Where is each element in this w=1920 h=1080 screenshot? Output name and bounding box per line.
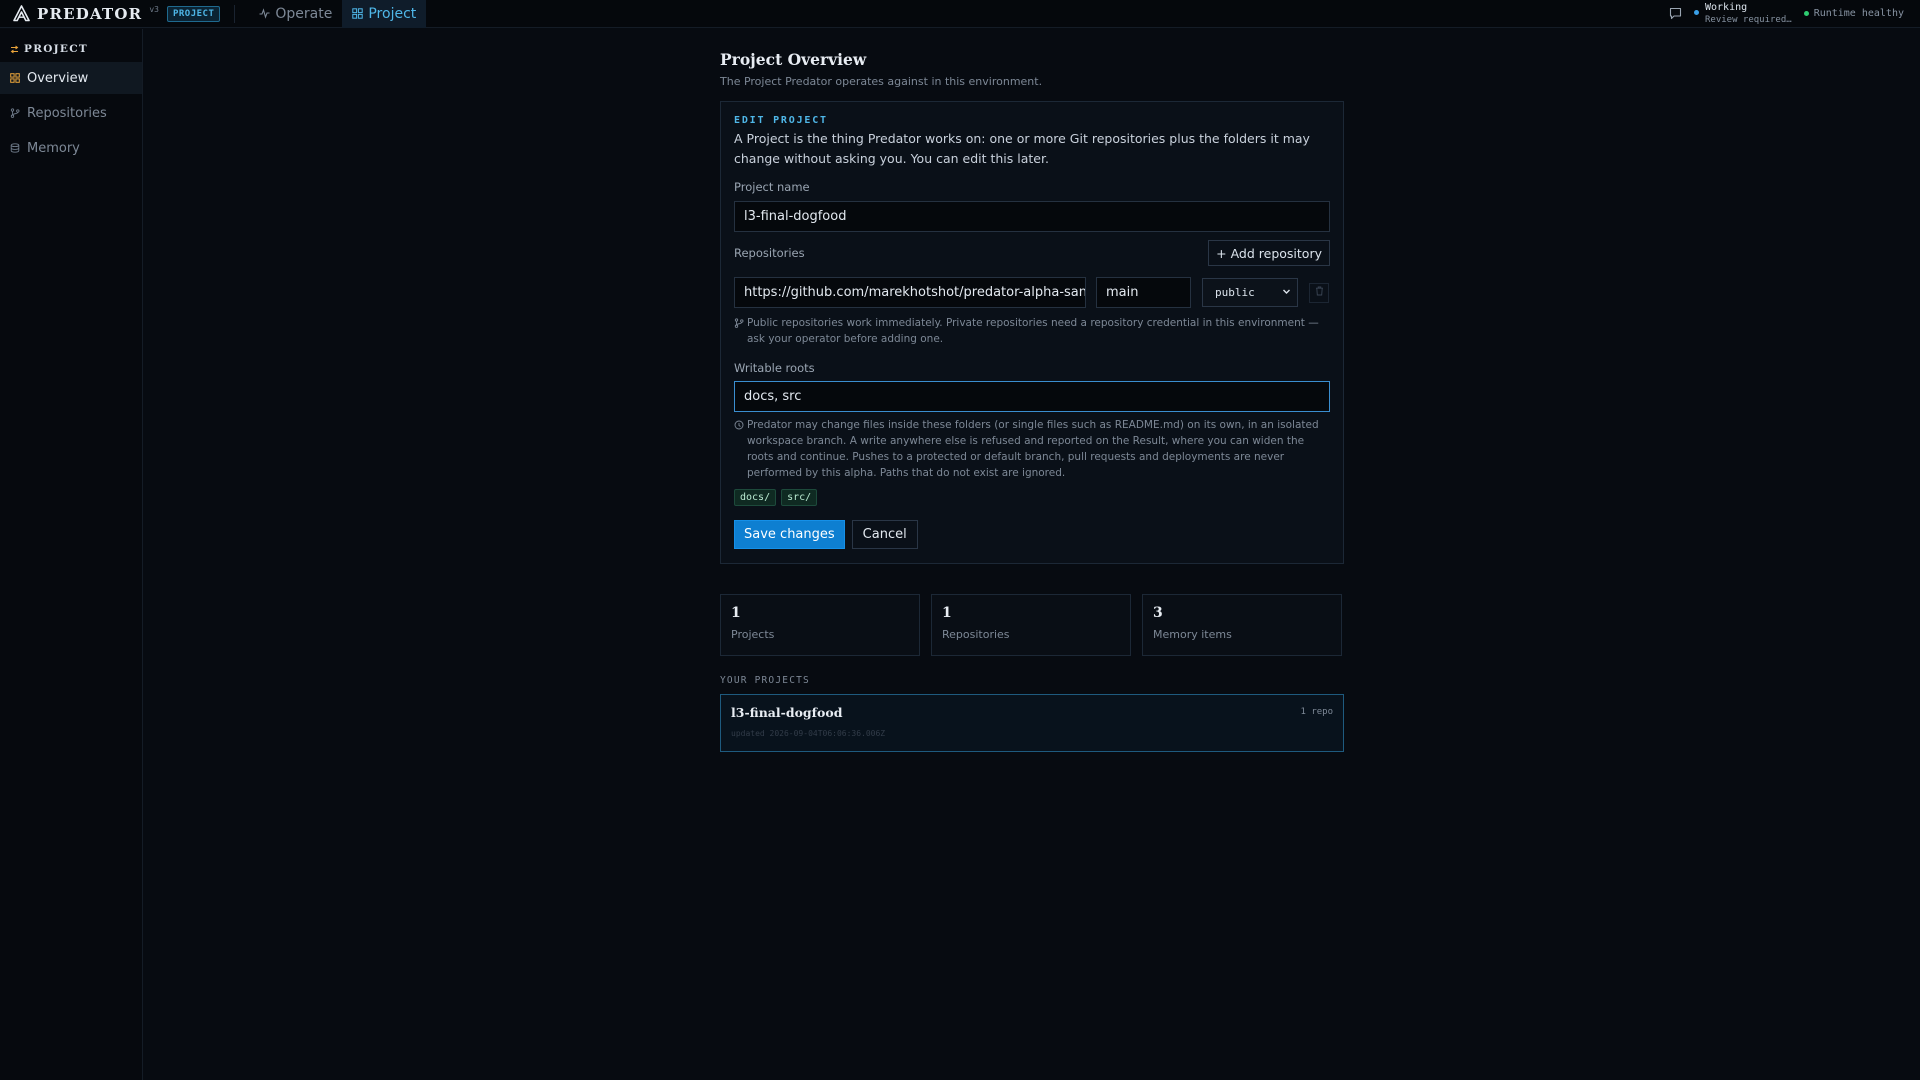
tab-operate-label: Operate: [275, 5, 333, 22]
sidebar-heading-label: PROJECT: [24, 43, 89, 55]
predator-logo-icon: [13, 5, 30, 22]
brand[interactable]: PREDATOR v3 PROJECT: [0, 0, 221, 28]
edit-project-card: EDIT PROJECT A Project is the thing Pred…: [720, 101, 1344, 564]
project-card-name: l3-final-dogfood: [731, 705, 843, 720]
form-actions: Save changes Cancel: [734, 520, 1330, 549]
activity-icon: [259, 8, 270, 19]
add-repository-button[interactable]: + Add repository: [1208, 240, 1330, 266]
project-switch-icon: [10, 45, 19, 54]
stat-label: Memory items: [1153, 628, 1232, 641]
stat-label: Repositories: [942, 628, 1010, 641]
sidebar-item-label: Overview: [27, 70, 89, 86]
stat-value: 1: [731, 605, 741, 621]
tab-project-label: Project: [368, 5, 417, 22]
repositories-header: Repositories + Add repository: [734, 240, 1330, 266]
repo-url-input[interactable]: https://github.com/marekhotshot/predator…: [734, 277, 1086, 308]
sidebar-item-overview[interactable]: Overview: [0, 62, 142, 94]
stat-repositories: 1 Repositories: [931, 594, 1131, 656]
status-working[interactable]: Working Review required…: [1693, 1, 1792, 26]
project-name-label: Project name: [734, 180, 810, 194]
sidebar-heading: PROJECT: [0, 29, 142, 59]
sidebar: PROJECT Overview Repositories Memory: [0, 29, 143, 1080]
project-card-updated: updated 2026-09-04T06:06:36.006Z: [731, 729, 886, 738]
stat-projects: 1 Projects: [720, 594, 920, 656]
writable-roots-chips: docs/ src/: [734, 489, 1330, 506]
tab-operate[interactable]: Operate: [249, 0, 342, 28]
main-content: Project Overview The Project Predator op…: [720, 50, 1344, 752]
brand-name: PREDATOR: [37, 4, 143, 23]
repository-row: https://github.com/marekhotshot/predator…: [734, 277, 1330, 308]
repo-visibility-select[interactable]: public: [1202, 278, 1298, 307]
project-name-input[interactable]: l3-final-dogfood: [734, 201, 1330, 232]
topbar-divider: [234, 4, 236, 23]
status-subtitle: Review required…: [1704, 14, 1792, 25]
stat-label: Projects: [731, 628, 775, 641]
page-title: Project Overview: [720, 50, 867, 69]
cancel-button[interactable]: Cancel: [851, 520, 918, 549]
runtime-status-label: Runtime healthy: [1813, 8, 1904, 19]
database-icon: [10, 143, 20, 153]
writable-roots-hint: Predator may change files inside these f…: [734, 417, 1330, 481]
writable-roots-label: Writable roots: [734, 361, 815, 375]
root-chip: src/: [781, 489, 818, 506]
sidebar-item-label: Memory: [27, 140, 80, 156]
git-branch-icon: [10, 108, 20, 118]
grid-icon: [352, 8, 364, 19]
writable-roots-input[interactable]: docs, src: [734, 381, 1330, 412]
repositories-label: Repositories: [734, 246, 805, 260]
sidebar-item-memory[interactable]: Memory: [0, 132, 142, 164]
trash-icon: [1315, 285, 1324, 300]
repository-hint: Public repositories work immediately. Pr…: [734, 315, 1330, 347]
remove-repository-button[interactable]: [1309, 282, 1329, 303]
status-title: Working: [1704, 1, 1748, 13]
save-changes-button[interactable]: Save changes: [734, 520, 845, 549]
root-chip: docs/: [734, 489, 777, 506]
working-status-dot-icon: [1693, 9, 1699, 15]
healthy-status-dot-icon: [1803, 11, 1809, 16]
grid-icon: [10, 73, 20, 83]
chevron-down-icon: [1282, 286, 1291, 299]
repo-branch-input[interactable]: main: [1096, 277, 1191, 308]
sidebar-item-label: Repositories: [27, 105, 107, 121]
top-bar: PREDATOR v3 PROJECT Operate Project Work…: [0, 0, 1920, 28]
stat-value: 3: [1153, 605, 1163, 621]
project-card[interactable]: l3-final-dogfood updated 2026-09-04T06:0…: [720, 694, 1344, 752]
stats-row: 1 Projects 1 Repositories 3 Memory items: [720, 594, 1344, 656]
chat-icon[interactable]: [1669, 7, 1682, 20]
page-subtitle: The Project Predator operates against in…: [720, 75, 1043, 88]
stat-memory-items: 3 Memory items: [1142, 594, 1342, 656]
writable-roots-hint-text: Predator may change files inside these f…: [747, 419, 1319, 479]
your-projects-label: YOUR PROJECTS: [720, 675, 810, 686]
stat-value: 1: [942, 605, 952, 621]
tab-project[interactable]: Project: [342, 0, 427, 28]
runtime-status: Runtime healthy: [1803, 8, 1904, 19]
project-card-repo-count: 1 repo: [1300, 707, 1333, 717]
sidebar-item-repositories[interactable]: Repositories: [0, 97, 142, 129]
brand-badge: PROJECT: [166, 5, 221, 22]
info-circle-icon: [734, 420, 744, 430]
git-branch-icon: [734, 318, 744, 328]
edit-project-intro: A Project is the thing Predator works on…: [734, 131, 1310, 166]
topbar-status-area: Working Review required… Runtime healthy: [1669, 0, 1920, 28]
edit-project-kicker: EDIT PROJECT: [734, 115, 828, 126]
repo-visibility-value: public: [1215, 286, 1255, 299]
repository-hint-text: Public repositories work immediately. Pr…: [747, 317, 1319, 345]
brand-version: v3: [149, 5, 159, 14]
